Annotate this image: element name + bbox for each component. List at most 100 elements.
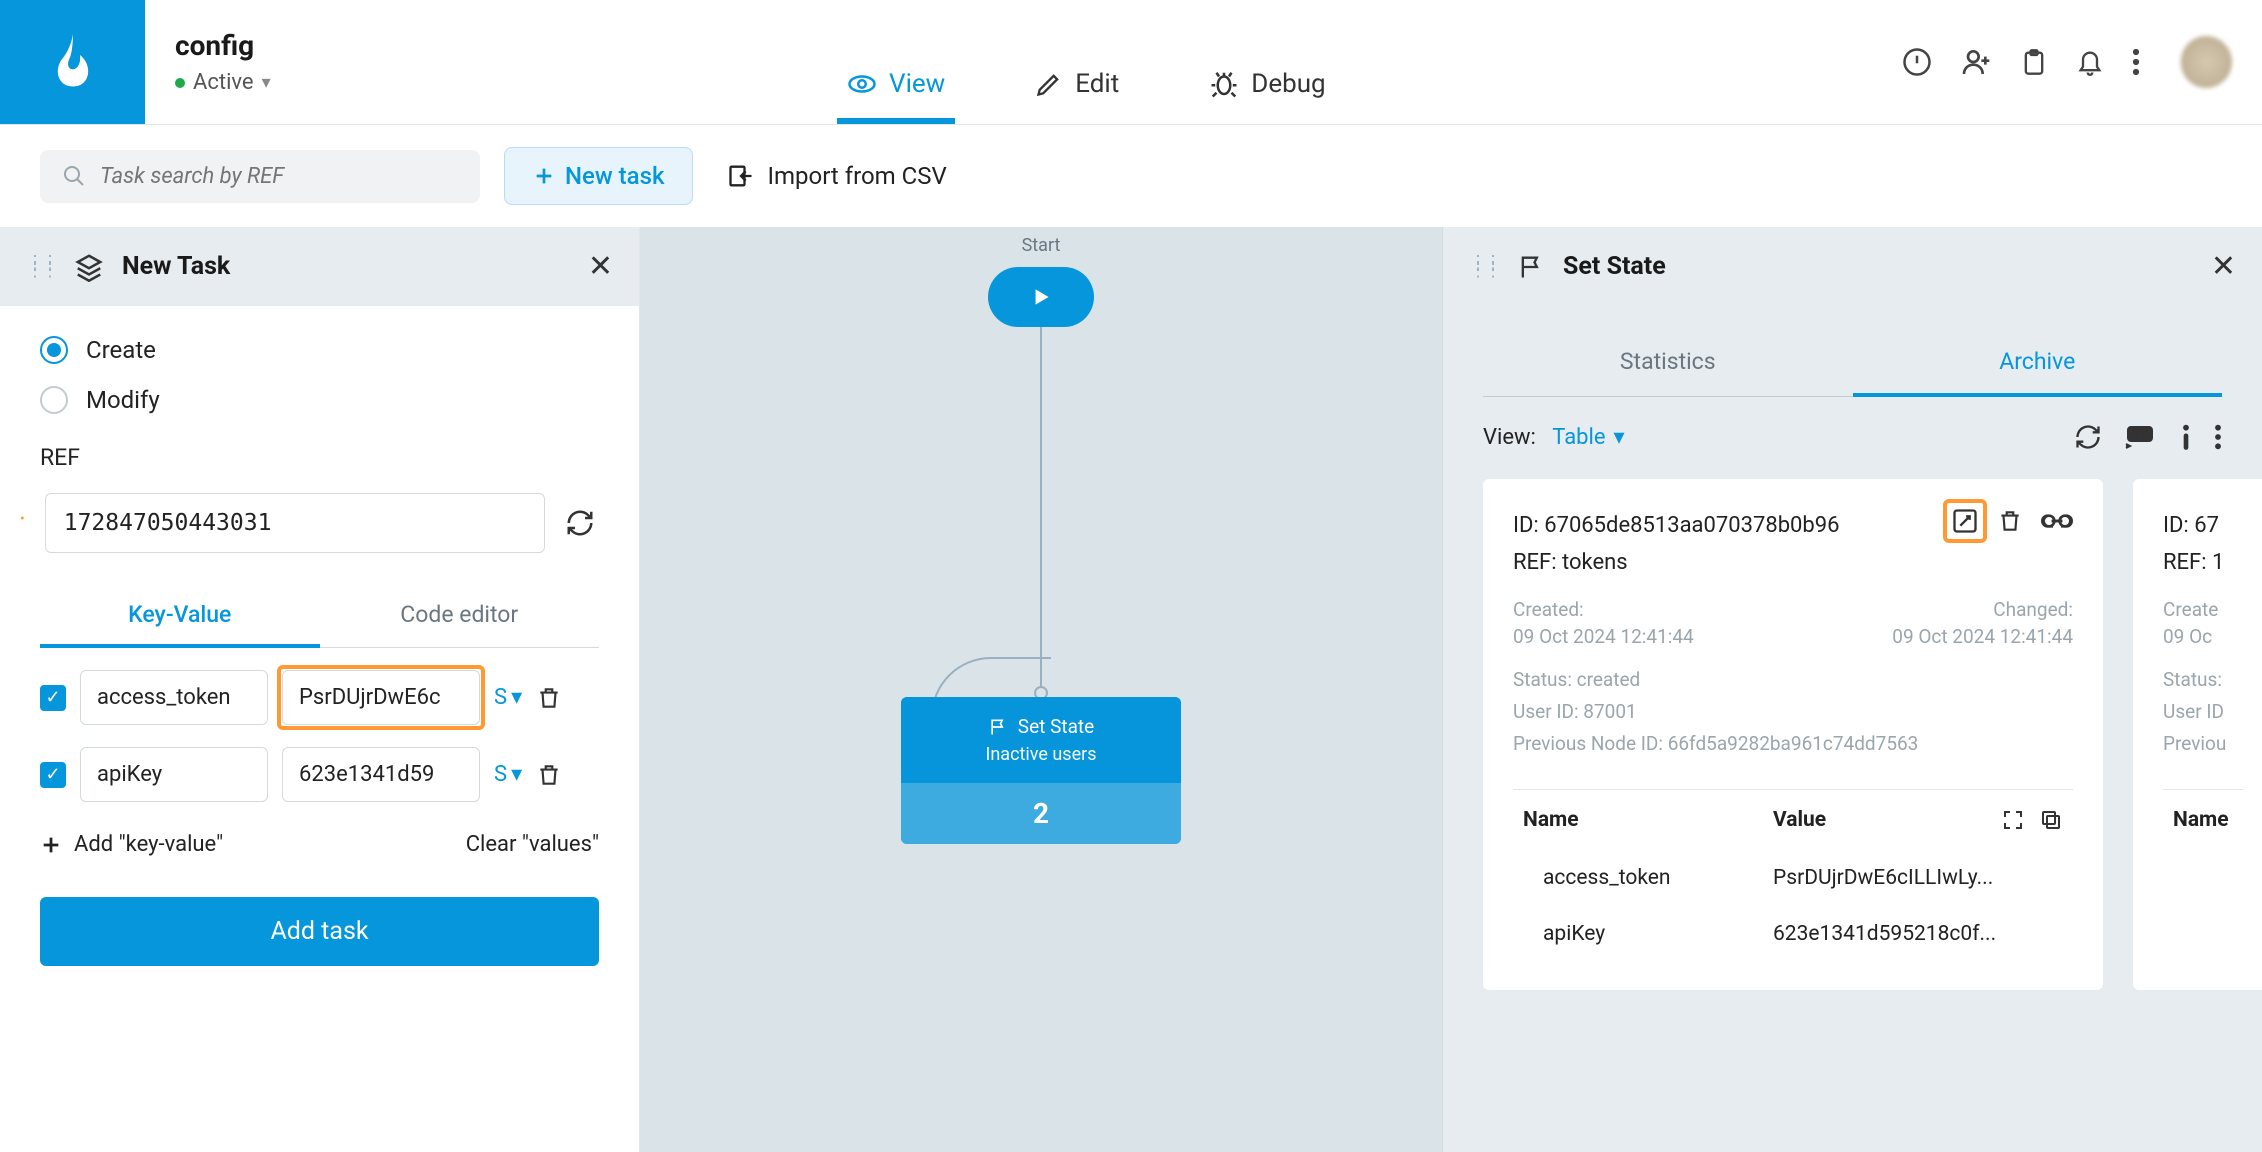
view-label: View: <box>1483 425 1536 450</box>
play-icon <box>1028 284 1054 310</box>
csv-export-icon[interactable]: CSV <box>2124 423 2158 451</box>
refresh-ref-icon[interactable] <box>565 508 595 538</box>
set-state-node[interactable]: Set State Inactive users 2 <box>901 697 1181 844</box>
workflow-canvas[interactable]: Start Set State Inactive users 2 <box>640 227 1442 1152</box>
subtab-key-value[interactable]: Key-Value <box>40 585 320 648</box>
kv-row-1: ✓ S ▾ <box>40 747 599 802</box>
userid-line: User ID: 87001 <box>1513 696 2073 728</box>
tab-debug[interactable]: Debug <box>1199 0 1335 124</box>
app-logo[interactable] <box>0 0 145 124</box>
radio-modify[interactable]: Modify <box>40 386 599 414</box>
search-input[interactable] <box>100 164 458 189</box>
search-icon <box>62 164 86 188</box>
new-task-label: New task <box>565 162 664 190</box>
tab-view[interactable]: View <box>837 0 955 124</box>
subtab-code-editor[interactable]: Code editor <box>320 585 600 648</box>
close-left-panel[interactable]: ✕ <box>588 249 613 284</box>
checkbox-checked-icon[interactable]: ✓ <box>40 762 66 788</box>
drag-grip-icon[interactable]: ⋮⋮⋮⋮ <box>1469 259 1499 275</box>
tab-statistics[interactable]: Statistics <box>1483 330 1853 397</box>
table-row: access_token PsrDUjrDwE6cILLIwLy... <box>1513 850 2073 906</box>
checkbox-checked-icon[interactable]: ✓ <box>40 685 66 711</box>
col-value: Value <box>1773 808 2001 832</box>
node-subtitle: Inactive users <box>985 744 1096 765</box>
tab-edit-label: Edit <box>1075 69 1119 99</box>
delete-kv-0[interactable] <box>536 684 562 712</box>
drag-grip-icon[interactable]: ⋮⋮⋮⋮ <box>26 259 56 275</box>
chevron-down-icon: ▾ <box>511 762 522 787</box>
expand-icon[interactable] <box>2001 808 2025 832</box>
start-node[interactable] <box>988 267 1094 327</box>
kebab-menu-icon[interactable] <box>2214 423 2222 451</box>
ref-input[interactable] <box>45 493 545 553</box>
required-star-icon: • <box>20 511 25 527</box>
import-icon <box>727 162 755 190</box>
add-key-value-button[interactable]: Add "key-value" <box>40 832 223 857</box>
info-icon[interactable] <box>2180 423 2192 451</box>
delete-card-icon[interactable] <box>1997 507 2023 535</box>
created-label: Created: <box>1513 598 1694 621</box>
tab-view-label: View <box>889 69 945 99</box>
import-csv-button[interactable]: Import from CSV <box>717 148 956 204</box>
card-ref-label: REF: <box>1513 550 1557 575</box>
tab-archive[interactable]: Archive <box>1853 330 2223 397</box>
copy-icon[interactable] <box>2039 808 2063 832</box>
chevron-down-icon: ▾ <box>1614 425 1625 450</box>
clipboard-icon[interactable] <box>2020 47 2048 77</box>
connector-line <box>1040 327 1042 697</box>
link-icon[interactable] <box>2041 509 2073 533</box>
tab-edit[interactable]: Edit <box>1025 0 1129 124</box>
kebab-menu-icon[interactable] <box>2132 47 2140 77</box>
row-value-1: 623e1341d595218c0f... <box>1773 922 2063 946</box>
right-panel: ⋮⋮⋮⋮ Set State ✕ Statistics Archive View… <box>1442 227 2262 1152</box>
prevnode-line: Previous Node ID: 66fd5a9282ba961c74dd75… <box>1513 728 2073 760</box>
col-name: Name <box>1523 808 1773 832</box>
chevron-down-icon: ▾ <box>262 72 271 93</box>
row-value-0: PsrDUjrDwE6cILLIwLy... <box>1773 866 2063 890</box>
close-right-panel[interactable]: ✕ <box>2211 249 2236 284</box>
add-user-icon[interactable] <box>1960 46 1992 78</box>
changed-label: Changed: <box>1892 598 2073 621</box>
delete-kv-1[interactable] <box>536 761 562 789</box>
radio-create[interactable]: Create <box>40 336 599 364</box>
search-box[interactable] <box>40 150 480 203</box>
header: config Active ▾ View Edit <box>0 0 2262 125</box>
kv-key-1[interactable] <box>80 747 268 802</box>
status-dot-icon <box>175 78 185 88</box>
new-task-button[interactable]: New task <box>504 147 693 205</box>
radio-on-icon <box>40 336 68 364</box>
archive-card: ID: 67065de8513aa070378b0b96 REF: tokens… <box>1483 479 2103 990</box>
refresh-icon[interactable] <box>2074 423 2102 451</box>
chevron-down-icon: ▾ <box>511 685 522 710</box>
avatar[interactable] <box>2180 36 2232 88</box>
kv-value-1[interactable] <box>282 747 480 802</box>
toolbar: New task Import from CSV <box>0 125 2262 227</box>
view-dropdown[interactable]: Table ▾ <box>1552 425 1624 450</box>
add-kv-label: Add "key-value" <box>74 832 223 857</box>
node-count: 2 <box>901 783 1181 844</box>
archive-card-peek: ID: 67 REF: 1 Create 09 Oc Status: User … <box>2133 479 2262 990</box>
layers-icon <box>74 252 104 282</box>
card-id-label: ID: <box>1513 513 1539 538</box>
tab-debug-label: Debug <box>1251 69 1325 99</box>
edit-card-icon[interactable] <box>1951 507 1979 535</box>
alert-icon[interactable] <box>1902 47 1932 77</box>
bell-icon[interactable] <box>2076 47 2104 77</box>
start-label: Start <box>1022 235 1061 256</box>
add-task-button[interactable]: Add task <box>40 897 599 966</box>
radio-modify-label: Modify <box>86 386 160 414</box>
kv-row-0: ✓ S ▾ <box>40 670 599 725</box>
changed-value: 09 Oct 2024 12:41:44 <box>1892 625 2073 648</box>
card-ref-value: tokens <box>1562 550 1628 575</box>
radio-create-label: Create <box>86 336 156 364</box>
kv-key-0[interactable] <box>80 670 268 725</box>
kv-value-0[interactable] <box>282 670 480 725</box>
kv-type-1[interactable]: S ▾ <box>494 762 522 787</box>
import-csv-label: Import from CSV <box>767 162 946 190</box>
page-title: config <box>175 29 271 62</box>
status-dropdown[interactable]: Active ▾ <box>175 70 271 95</box>
panel-title-left: New Task <box>122 252 570 281</box>
kv-type-0[interactable]: S ▾ <box>494 685 522 710</box>
clear-values-button[interactable]: Clear "values" <box>466 832 599 857</box>
plus-icon <box>40 834 62 856</box>
